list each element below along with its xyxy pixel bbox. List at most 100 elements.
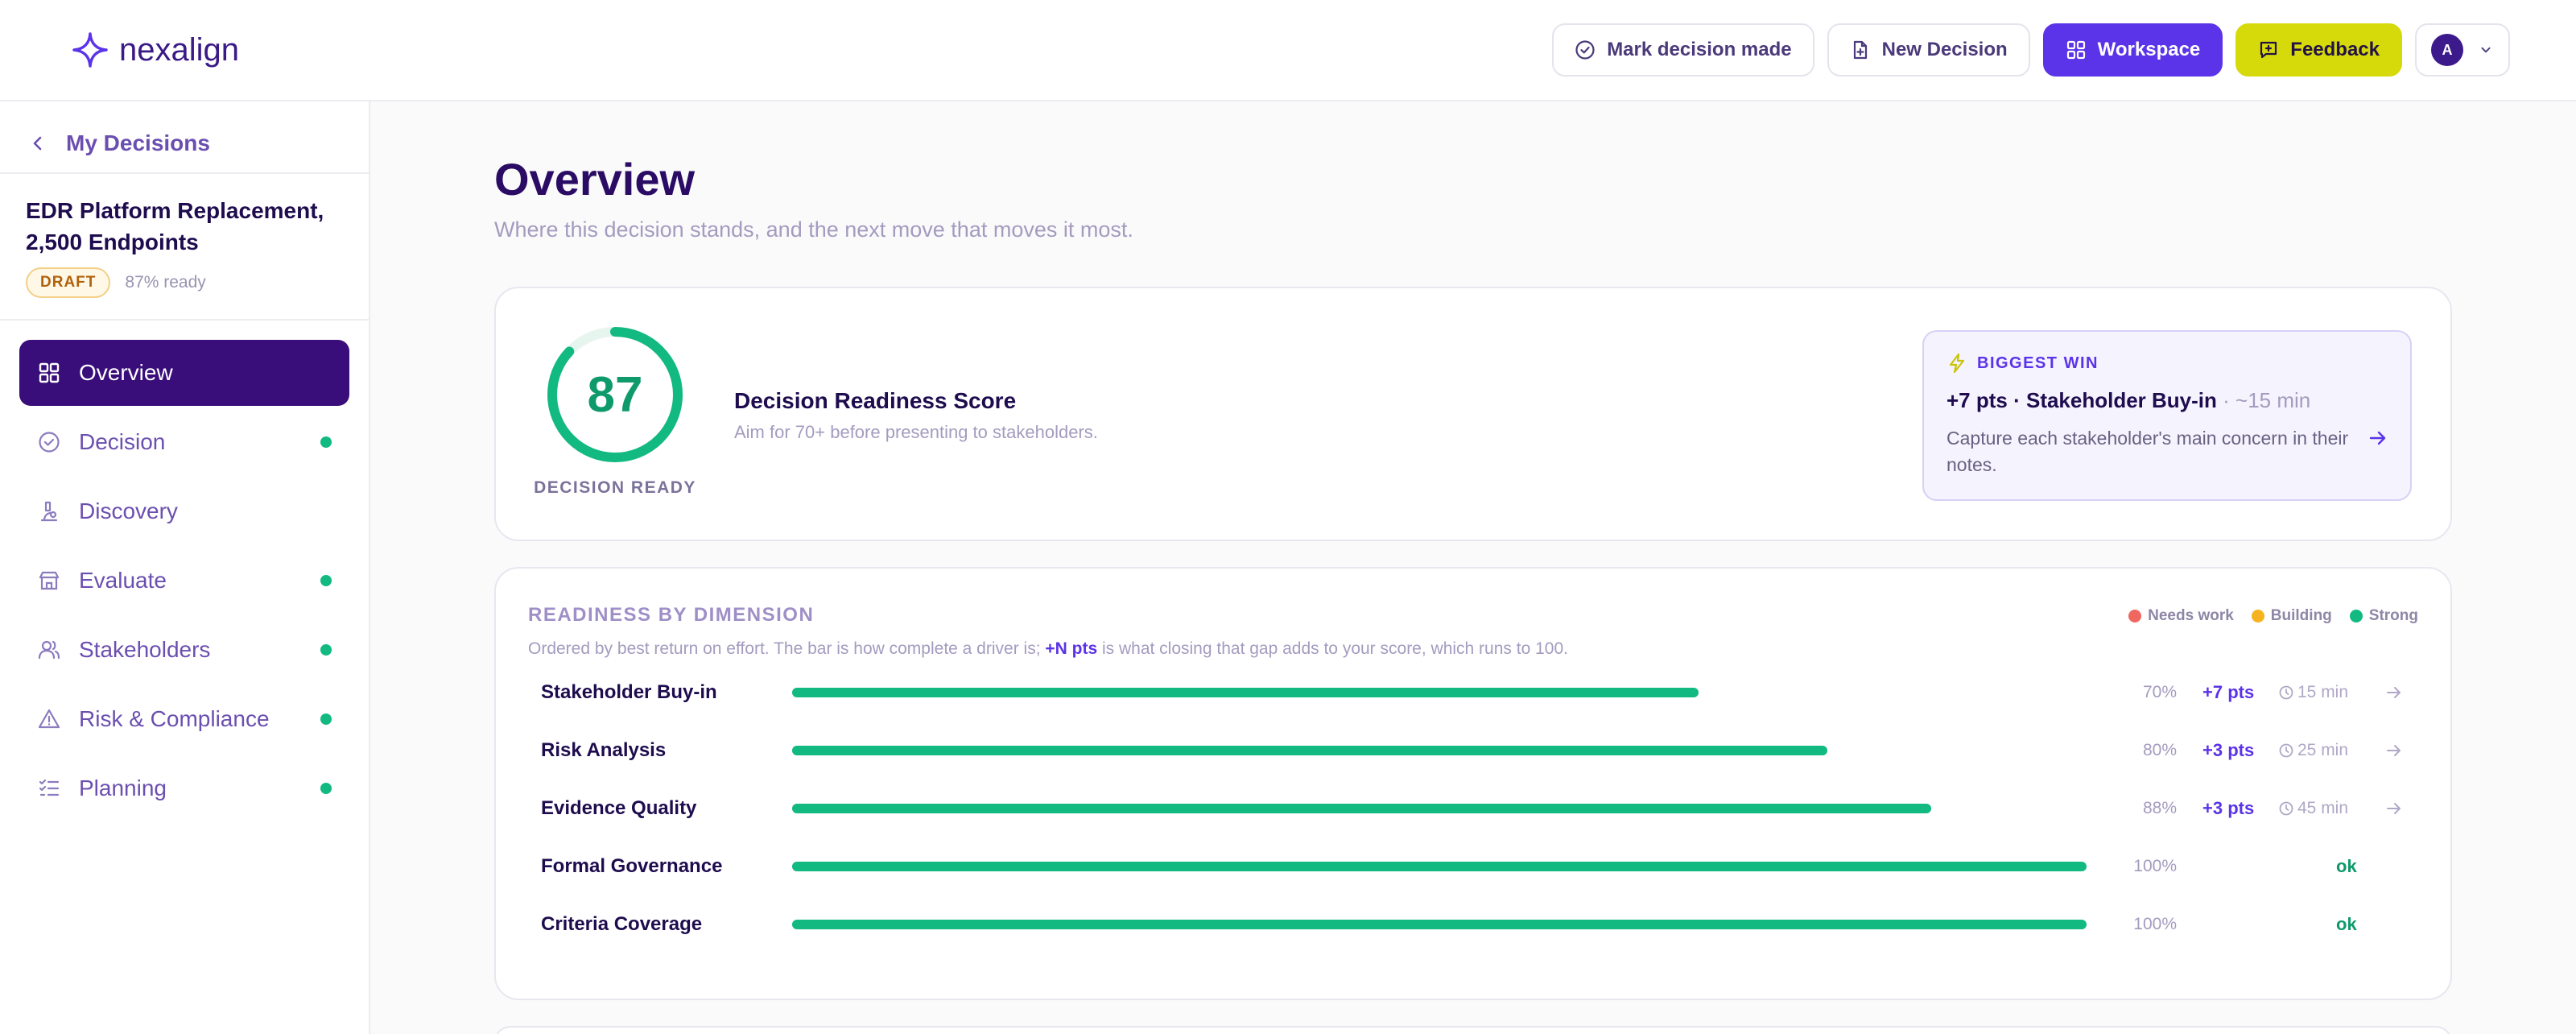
microscope-icon [40, 501, 58, 522]
dimension-row-criteria-coverage[interactable]: Criteria Coverage 100% ok [541, 907, 2409, 942]
progress-bar-fill [792, 688, 1699, 697]
arrow-right-icon[interactable] [2384, 683, 2404, 702]
check-circle-icon [1575, 40, 1595, 60]
progress-bar-fill [792, 920, 2087, 929]
decision-title: EDR Platform Replacement, 2,500 Endpoint… [26, 198, 324, 254]
sidebar-item-stakeholders[interactable]: Stakeholders [19, 617, 349, 683]
legend-dot [2349, 610, 2363, 622]
readiness-score-card: 87 DECISION READY Decision Readiness Sco… [494, 287, 2452, 541]
legend-item-needs-work: Needs work [2128, 607, 2234, 625]
arrow-right-icon[interactable] [2384, 741, 2404, 760]
status-dot [320, 783, 332, 794]
dimension-name: Criteria Coverage [541, 913, 703, 935]
sidebar-item-risk-compliance[interactable]: Risk & Compliance [19, 686, 349, 752]
message-plus-icon [2260, 41, 2277, 59]
progress-bar [792, 746, 2087, 755]
sidebar-item-decision[interactable]: Decision [19, 409, 349, 475]
dimension-row-formal-governance[interactable]: Formal Governance 100% ok [541, 849, 2409, 884]
dimension-time: 45 min [2278, 791, 2348, 826]
dimension-ok-status: ok [2336, 856, 2357, 876]
sidebar-item-label: Discovery [79, 498, 178, 523]
biggest-win-description: Capture each stakeholder's main concern … [1946, 428, 2349, 475]
new-decision-button[interactable]: New Decision [1827, 23, 2030, 77]
ready-percent-text: 87% ready [125, 273, 206, 292]
dimension-row-risk-analysis[interactable]: Risk Analysis 80% +3 pts 25 min [541, 733, 2409, 768]
progress-bar [792, 688, 2087, 697]
dimension-time-text: 25 min [2297, 741, 2349, 759]
dimension-row-evidence-quality[interactable]: Evidence Quality 88% +3 pts 45 min [541, 791, 2409, 826]
dimension-points: +3 pts [2202, 740, 2255, 760]
legend-item-building: Building [2251, 607, 2332, 625]
progress-bar [792, 920, 2087, 929]
back-link-label: My Decisions [66, 130, 210, 155]
progress-bar-fill [792, 746, 1828, 755]
legend-label: Building [2270, 607, 2332, 624]
dimension-time-text: 15 min [2297, 683, 2349, 701]
sidebar-divider [0, 172, 370, 174]
status-dot [320, 713, 332, 725]
sidebar: My Decisions EDR Platform Replacement, 2… [0, 101, 370, 1034]
legend-item-strong: Strong [2349, 607, 2418, 625]
dimension-time-text: 45 min [2297, 799, 2349, 817]
dimension-time: 25 min [2278, 733, 2348, 768]
legend-dot [2251, 610, 2264, 622]
sidebar-item-label: Evaluate [79, 568, 167, 593]
arrow-right-icon[interactable] [2384, 799, 2404, 818]
legend-label: Needs work [2148, 607, 2234, 624]
feedback-button[interactable]: Feedback [2235, 23, 2402, 77]
grid-icon [39, 362, 60, 383]
decision-status-row: DRAFT 87% ready [26, 267, 206, 298]
sparkle-logo-icon [72, 32, 108, 68]
biggest-win-title: +7 pts · Stakeholder Buy-in · ~15 min [1946, 388, 2310, 413]
score-value: 87 [587, 366, 643, 423]
check-circle-icon [39, 432, 60, 453]
grid-icon [2066, 40, 2085, 60]
legend-label: Strong [2368, 607, 2418, 624]
sidebar-item-label: Stakeholders [79, 637, 211, 662]
clock-icon [2279, 685, 2293, 700]
dimension-name: Formal Governance [541, 855, 723, 877]
top-actions: Mark decision made New Decision Workspac… [1552, 23, 2510, 77]
arrow-right-icon[interactable] [2367, 427, 2389, 449]
store-icon [39, 571, 60, 590]
sidebar-item-overview[interactable]: Overview [19, 340, 349, 406]
dimension-points: +3 pts [2202, 798, 2255, 818]
biggest-win-time: · ~15 min [2216, 388, 2311, 412]
progress-bar [792, 804, 2087, 813]
users-icon [38, 640, 60, 660]
mark-decision-made-label: Mark decision made [1607, 39, 1792, 60]
dimension-description-text-end: is what closing that gap adds to your sc… [1097, 639, 1568, 658]
dimension-name: Evidence Quality [541, 797, 697, 819]
dimension-percent: 100% [2133, 915, 2177, 933]
legend-dot [2128, 610, 2142, 622]
dimension-percent: 70% [2142, 683, 2177, 701]
lightning-icon [1949, 353, 1965, 374]
sidebar-nav: Overview Decision Discovery Evaluate Sta… [19, 340, 349, 825]
dimension-percent: 88% [2142, 799, 2177, 817]
page-subtitle: Where this decision stands, and the next… [494, 217, 1133, 242]
back-to-my-decisions-link[interactable]: My Decisions [29, 124, 210, 163]
sidebar-item-label: Risk & Compliance [79, 706, 270, 731]
warning-icon [38, 709, 60, 729]
clock-icon [2279, 743, 2293, 758]
score-title: Decision Readiness Score [734, 388, 1017, 413]
sidebar-item-planning[interactable]: Planning [19, 755, 349, 821]
sidebar-divider [0, 319, 370, 321]
brand-name: nexalign [119, 31, 240, 68]
sidebar-item-discovery[interactable]: Discovery [19, 478, 349, 544]
progress-bar-fill [792, 804, 1932, 813]
workspace-button[interactable]: Workspace [2042, 23, 2223, 77]
logo[interactable]: nexalign [71, 29, 239, 71]
avatar: A [2431, 34, 2463, 66]
account-menu-button[interactable]: A [2415, 23, 2510, 77]
dimension-description: Ordered by best return on effort. The ba… [528, 639, 1568, 659]
next-card-partial [494, 1026, 2452, 1034]
biggest-win-panel[interactable]: BIGGEST WIN +7 pts · Stakeholder Buy-in … [1922, 330, 2412, 501]
dimension-percent: 100% [2133, 857, 2177, 875]
score-status-label: DECISION READY [534, 478, 696, 497]
dimension-ok-status: ok [2336, 914, 2357, 934]
sidebar-item-evaluate[interactable]: Evaluate [19, 548, 349, 614]
status-badge: DRAFT [26, 267, 111, 298]
dimension-row-stakeholder-buy-in[interactable]: Stakeholder Buy-in 70% +7 pts 15 min [541, 675, 2409, 710]
mark-decision-made-button[interactable]: Mark decision made [1552, 23, 1814, 77]
